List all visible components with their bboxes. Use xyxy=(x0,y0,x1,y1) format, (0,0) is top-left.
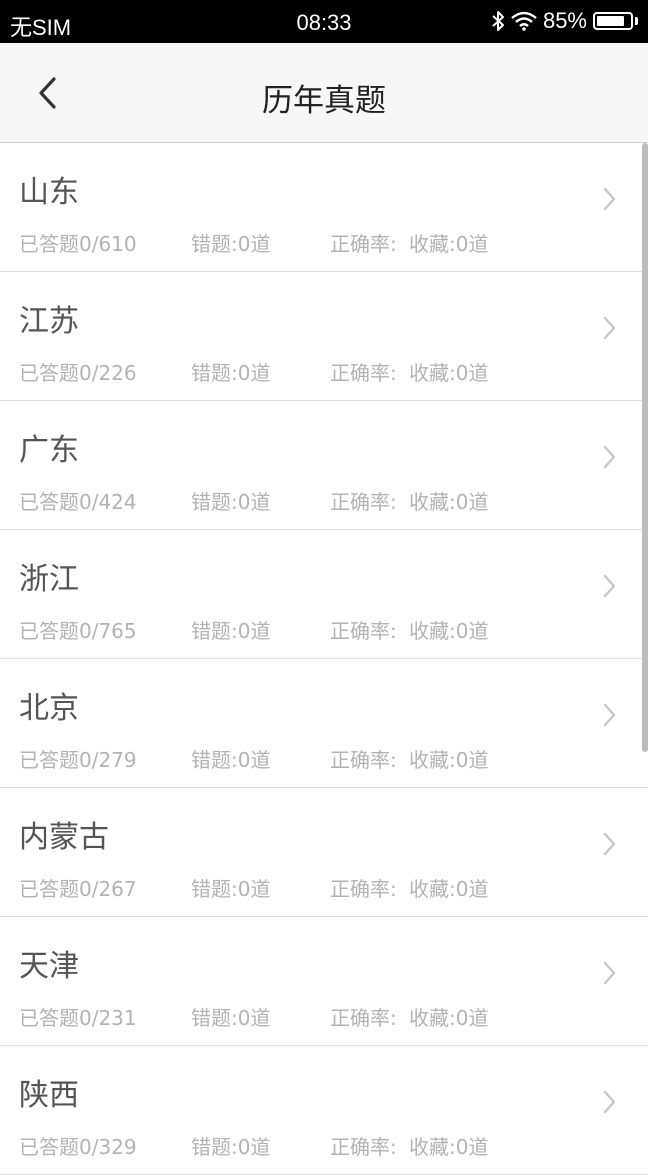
chevron-right-icon xyxy=(603,1090,616,1114)
battery-cap xyxy=(635,17,638,25)
list-item[interactable]: 天津已答题0/231 错题:0道 正确率: 收藏:0道 xyxy=(0,917,648,1046)
chevron-right-icon xyxy=(603,832,616,856)
favorites-count: 收藏:0道 xyxy=(409,361,489,385)
accuracy-label: 正确率: xyxy=(330,748,397,772)
chevron-right-icon xyxy=(603,961,616,985)
list-item[interactable]: 浙江已答题0/765 错题:0道 正确率: 收藏:0道 xyxy=(0,530,648,659)
favorites-count: 收藏:0道 xyxy=(409,490,489,514)
region-title: 北京 xyxy=(19,691,79,726)
list-item[interactable]: 江苏已答题0/226 错题:0道 正确率: 收藏:0道 xyxy=(0,272,648,401)
favorites-count: 收藏:0道 xyxy=(409,1006,489,1030)
chevron-right-icon xyxy=(603,445,616,469)
list-item[interactable]: 内蒙古已答题0/267 错题:0道 正确率: 收藏:0道 xyxy=(0,788,648,917)
scrollbar[interactable] xyxy=(642,143,648,752)
accuracy-label: 正确率: xyxy=(330,361,397,385)
favorites-count: 收藏:0道 xyxy=(409,1135,489,1159)
wifi-icon xyxy=(511,11,537,31)
chevron-right-icon xyxy=(603,316,616,340)
page-title: 历年真题 xyxy=(262,83,386,119)
region-title: 陕西 xyxy=(19,1078,79,1113)
favorites-count: 收藏:0道 xyxy=(409,748,489,772)
accuracy-label: 正确率: xyxy=(330,490,397,514)
battery-percent: 85% xyxy=(542,8,587,33)
answered-count: 已答题0/231 xyxy=(19,1006,137,1030)
list-item[interactable]: 山东已答题0/610 错题:0道 正确率: 收藏:0道 xyxy=(0,143,648,272)
list-item[interactable]: 陕西已答题0/329 错题:0道 正确率: 收藏:0道 xyxy=(0,1046,648,1175)
region-list: 山东 已答题0/610 错题:0道 正确率: 收藏:0道 江苏 已答题0/226 错题:0道正… xyxy=(0,143,648,1175)
region-title: 江苏 xyxy=(19,304,79,339)
battery-icon xyxy=(593,12,633,30)
favorites-count: 收藏:0道 xyxy=(409,877,489,901)
answered-count: 已答题0/329 xyxy=(19,1135,137,1159)
region-title: 广东 xyxy=(19,433,79,468)
favorites-count: 收藏:0道 xyxy=(409,232,489,256)
region-title: 内蒙古 xyxy=(19,820,109,855)
wrong-count: 错题:0道 xyxy=(191,490,271,514)
status-bar: 无SIM 08:33 85% xyxy=(0,0,648,43)
accuracy-label: 正确率: xyxy=(330,232,397,256)
answered-count: 已答题0/267 xyxy=(19,877,137,901)
accuracy-label: 正确率: xyxy=(330,1006,397,1030)
chevron-right-icon xyxy=(603,703,616,727)
wrong-count: 错题:0道 xyxy=(191,361,271,385)
chevron-right-icon xyxy=(603,187,616,211)
wrong-count: 错题:0道 xyxy=(191,619,271,643)
answered-count: 已答题0/765 xyxy=(19,619,137,643)
answered-count: 已答题0/610 xyxy=(19,232,137,256)
region-title: 浙江 xyxy=(19,562,79,597)
wrong-count: 错题:0道 xyxy=(191,232,271,256)
region-title: 山东 xyxy=(19,175,79,210)
answered-count: 已答题0/279 xyxy=(19,748,137,772)
accuracy-label: 正确率: xyxy=(330,1135,397,1159)
wrong-count: 错题:0道 xyxy=(191,1135,271,1159)
chevron-right-icon xyxy=(603,574,616,598)
region-title: 天津 xyxy=(19,949,79,984)
list-item[interactable]: 广东已答题0/424 错题:0道 正确率: 收藏:0道 xyxy=(0,401,648,530)
bluetooth-icon xyxy=(492,11,504,31)
answered-count: 已答题0/424 xyxy=(19,490,137,514)
answered-count: 已答题0/226 xyxy=(19,361,137,385)
favorites-count: 收藏:0道 xyxy=(409,619,489,643)
accuracy-label: 正确率: xyxy=(330,619,397,643)
battery-level xyxy=(597,16,625,26)
accuracy-label: 正确率: xyxy=(330,877,397,901)
wrong-count: 错题:0道 xyxy=(191,1006,271,1030)
wrong-count: 错题:0道 xyxy=(191,877,271,901)
navigation-bar: 历年真题 xyxy=(0,43,648,143)
wrong-count: 错题:0道 xyxy=(191,748,271,772)
status-icons: 85% xyxy=(491,8,638,34)
list-item[interactable]: 北京已答题0/279 错题:0道 正确率: 收藏:0道 xyxy=(0,659,648,788)
